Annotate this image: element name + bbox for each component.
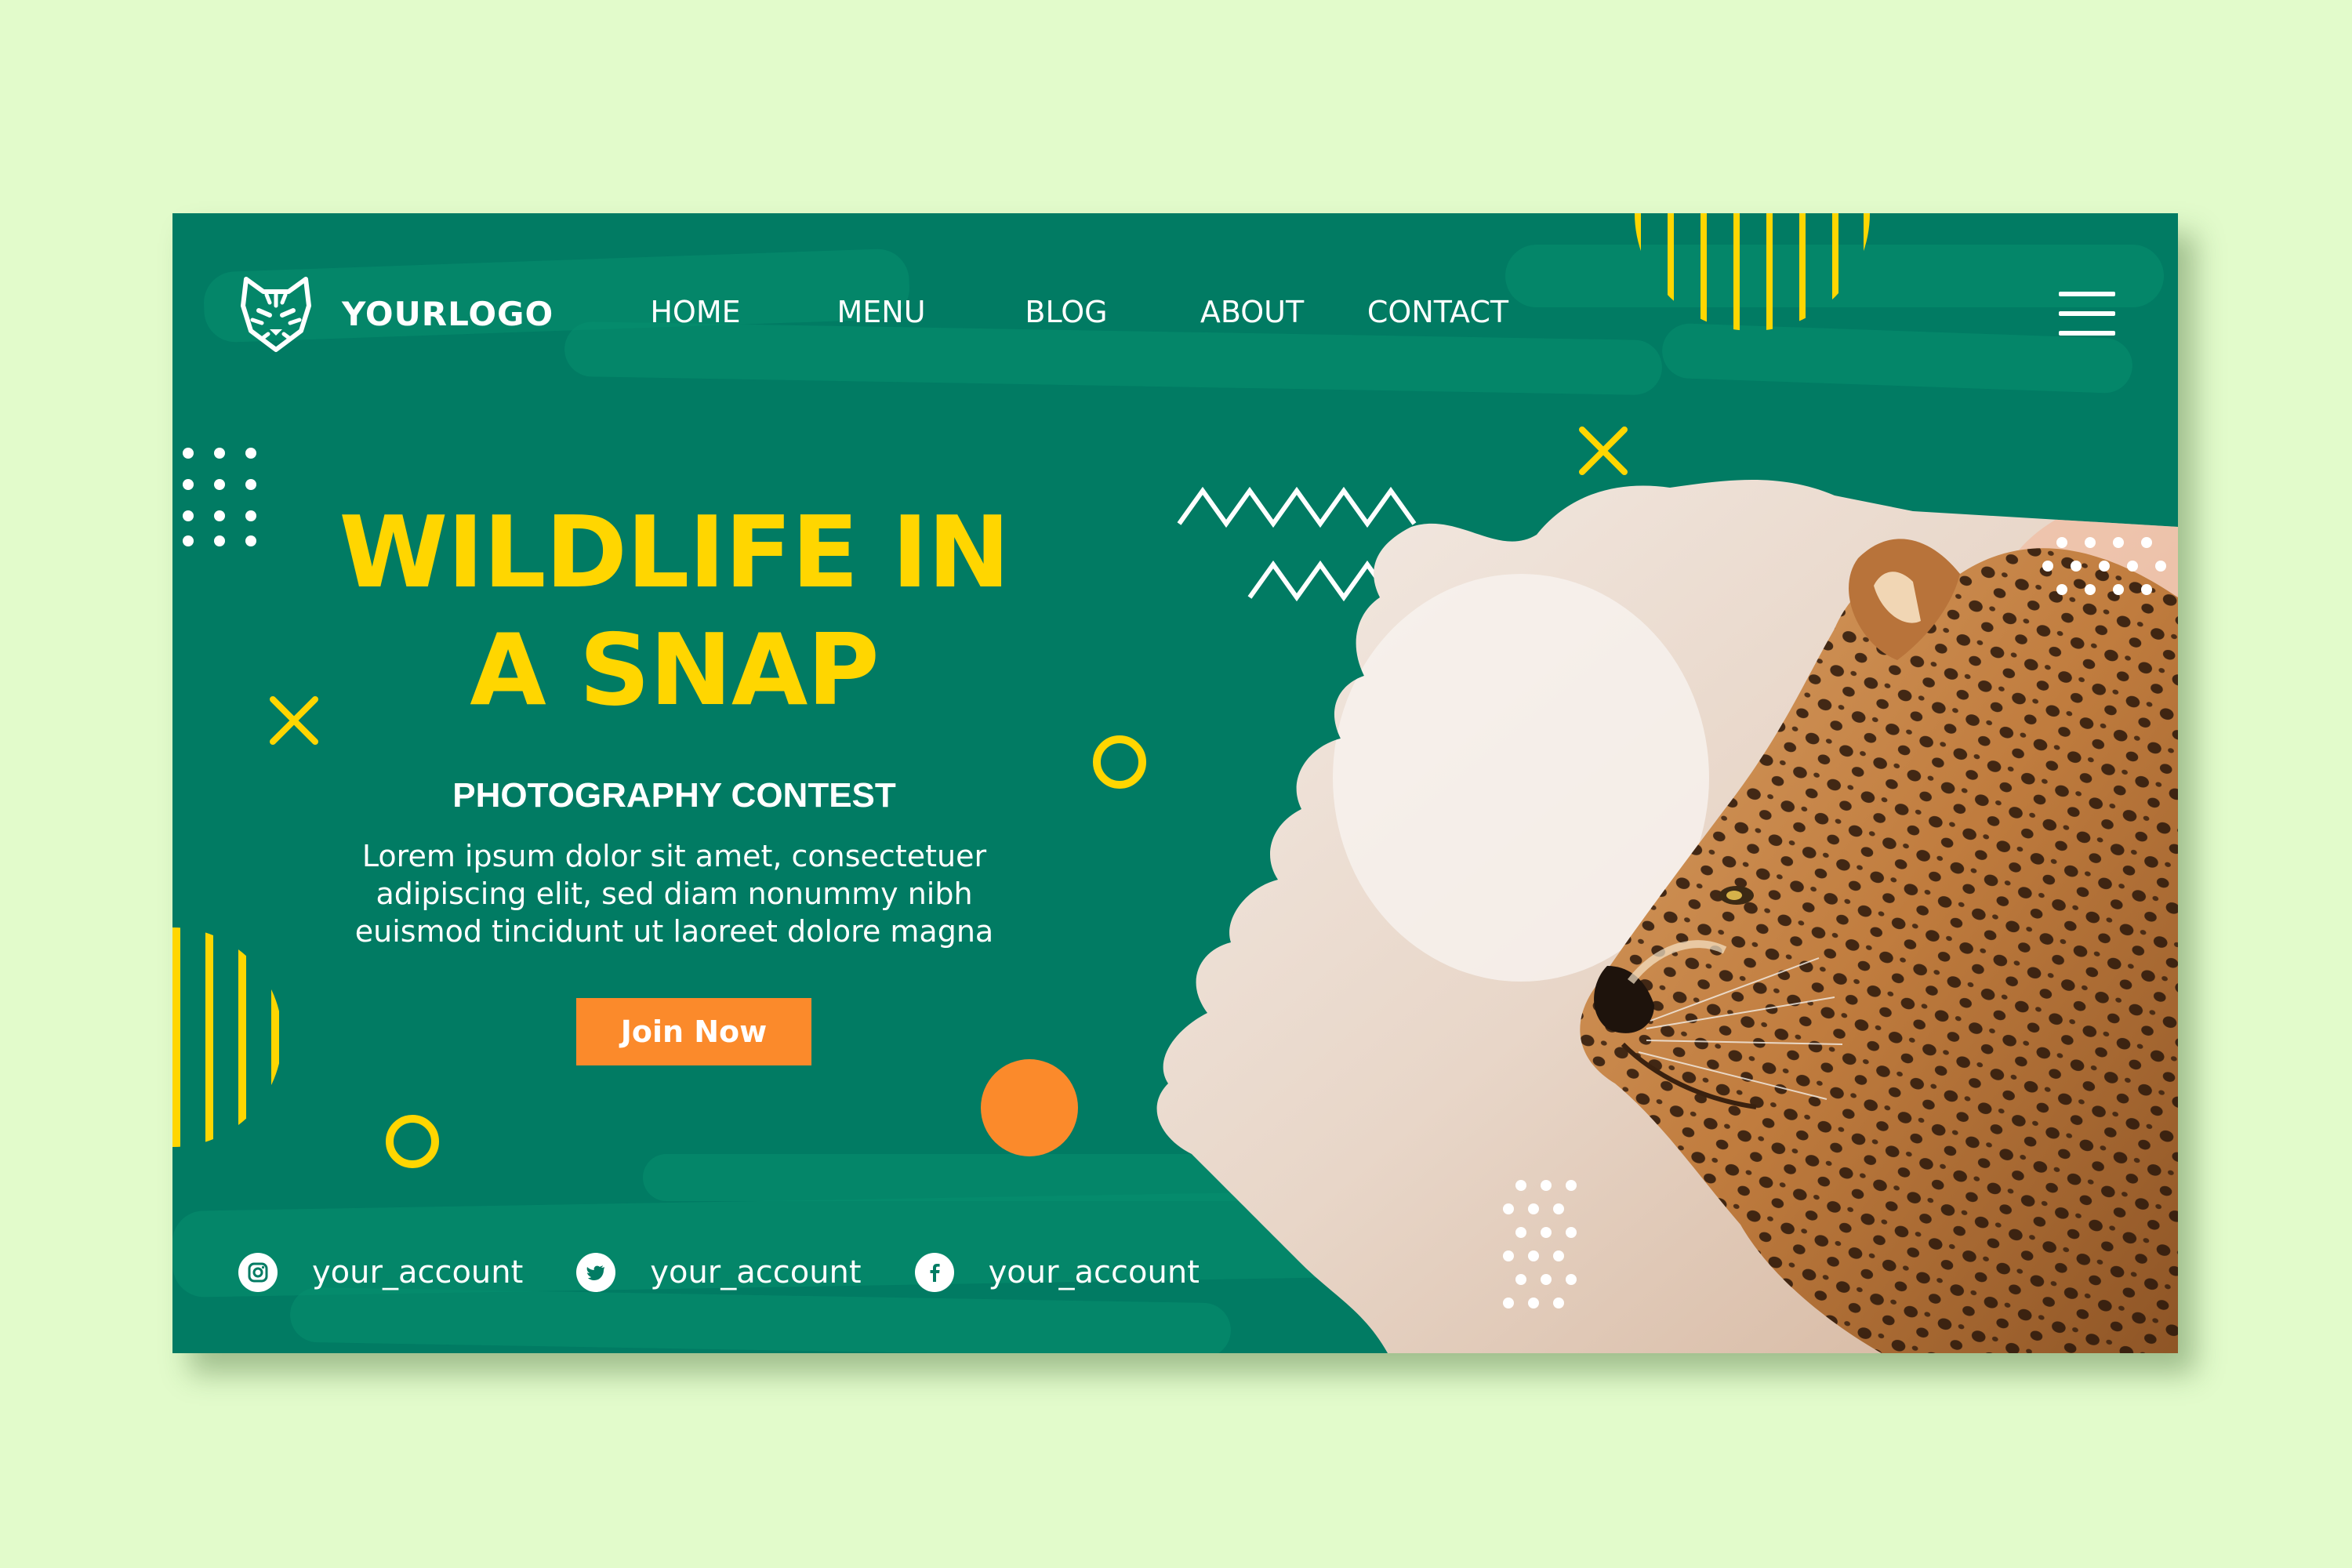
social-link-twitter[interactable]: your_account bbox=[576, 1253, 862, 1292]
orange-circle-decoration bbox=[981, 1059, 1078, 1156]
nav-item-home[interactable]: HOME bbox=[650, 295, 740, 329]
cross-top-decoration bbox=[1579, 426, 1628, 475]
nav-item-menu[interactable]: MENU bbox=[837, 295, 925, 329]
hero-title: WILDLIFE IN A SNAP bbox=[337, 494, 1011, 729]
nav-item-blog[interactable]: BLOG bbox=[1025, 295, 1107, 329]
leopard-photo bbox=[1156, 480, 2178, 1353]
social-links: your_account your_account your_account bbox=[238, 1253, 1253, 1292]
landing-page-card: YOURLOGO HOME MENU BLOG ABOUT CONTACT WI… bbox=[172, 213, 2178, 1353]
hero-description: Lorem ipsum dolor sit amet, consectetuer… bbox=[354, 839, 994, 949]
hamburger-icon-bar bbox=[2059, 292, 2115, 296]
social-link-instagram[interactable]: your_account bbox=[238, 1253, 523, 1292]
logo[interactable]: YOURLOGO bbox=[238, 274, 554, 353]
brush-stroke-decoration bbox=[289, 1287, 1232, 1353]
tiger-head-icon bbox=[241, 277, 311, 352]
hero-title-line-1: WILDLIFE IN bbox=[339, 495, 1010, 610]
dot-grid-left-decoration bbox=[183, 448, 256, 546]
facebook-icon bbox=[914, 1253, 954, 1292]
cross-left-decoration bbox=[270, 696, 318, 745]
nav-item-about[interactable]: ABOUT bbox=[1200, 295, 1304, 329]
twitter-icon bbox=[576, 1253, 616, 1292]
hamburger-icon-bar bbox=[2059, 331, 2115, 336]
striped-semicircle-left-decoration bbox=[172, 927, 279, 1147]
hamburger-icon-bar bbox=[2059, 311, 2115, 316]
logo-text: YOURLOGO bbox=[342, 294, 554, 333]
join-now-button[interactable]: Join Now bbox=[576, 998, 811, 1065]
photo-splash-mask bbox=[1156, 480, 2178, 1353]
hero-subtitle: PHOTOGRAPHY CONTEST bbox=[452, 776, 896, 815]
hamburger-menu-button[interactable] bbox=[2059, 292, 2115, 337]
social-label-twitter: your_account bbox=[650, 1254, 862, 1290]
ring-bottom-decoration bbox=[386, 1115, 439, 1168]
social-label-instagram: your_account bbox=[312, 1254, 524, 1290]
header: YOURLOGO HOME MENU BLOG ABOUT CONTACT bbox=[172, 213, 2178, 354]
instagram-icon bbox=[238, 1253, 278, 1292]
nav-item-contact[interactable]: CONTACT bbox=[1367, 295, 1508, 329]
hero-title-line-2: A SNAP bbox=[470, 612, 879, 728]
hero-section: WILDLIFE IN A SNAP PHOTOGRAPHY CONTEST L… bbox=[337, 494, 1011, 950]
